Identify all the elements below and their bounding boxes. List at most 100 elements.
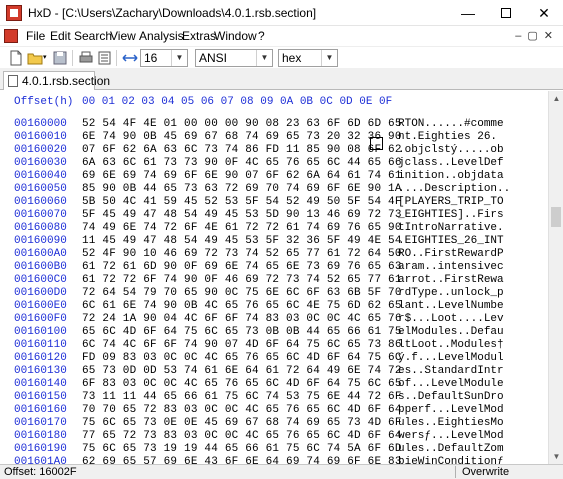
row-hex-bytes[interactable]: 70 70 65 72 83 03 0C 0C 4C 65 76 65 6C 4… xyxy=(82,404,402,416)
row-hex-bytes[interactable]: 69 6E 69 74 69 6F 6E 90 07 6F 62 6A 64 6… xyxy=(82,170,402,182)
row-hex-bytes[interactable]: 65 73 0D 0D 53 74 61 6E 64 61 72 64 49 6… xyxy=(82,365,402,377)
row-hex-bytes[interactable]: FD 09 83 03 0C 0C 4C 65 76 65 6C 4D 6F 6… xyxy=(82,352,402,364)
row-decoded-text[interactable]: .objclstý.....ob xyxy=(398,144,504,156)
row-hex-bytes[interactable]: 74 49 6E 74 72 6F 4E 61 72 72 61 74 69 7… xyxy=(82,222,402,234)
row-hex-bytes[interactable]: 73 11 11 44 65 66 61 75 6C 74 53 75 6E 4… xyxy=(82,391,402,403)
row-decoded-text[interactable]: es..StandardIntr xyxy=(398,365,504,377)
row-decoded-text[interactable]: bieWinConditionƒ xyxy=(398,456,504,464)
menu-help[interactable]: ? xyxy=(258,29,265,43)
row-hex-bytes[interactable]: 61 72 61 6D 90 0F 69 6E 74 65 6E 73 69 7… xyxy=(82,261,402,273)
row-decoded-text[interactable]: [PLAYERS_TRIP_TO xyxy=(398,196,504,208)
row-offset: 001601A0 xyxy=(14,456,67,464)
row-decoded-text[interactable]: RTON......#comme xyxy=(398,118,504,130)
row-decoded-text[interactable]: _EIGHTIES]..Firs xyxy=(398,209,504,221)
row-offset: 001600D0 xyxy=(14,287,67,299)
row-decoded-text[interactable]: tIntroNarrative. xyxy=(398,222,504,234)
minimize-button[interactable]: — xyxy=(449,0,487,26)
properties-icon[interactable] xyxy=(97,50,113,66)
hex-row: 00160140 6F 83 03 0C 0C 4C 65 76 65 6C 4D… xyxy=(0,378,548,392)
menu-search[interactable]: Search xyxy=(74,29,112,43)
row-decoded-text[interactable]: ý.f...LevelModul xyxy=(398,352,504,364)
hex-row: 00160150 73 11 11 44 65 66 61 75 6C 74 53… xyxy=(0,391,548,405)
document-tab-strip: 4.0.1.rsb.section xyxy=(0,68,563,90)
row-decoded-text[interactable]: lant..LevelNumbe xyxy=(398,300,504,312)
print-icon[interactable] xyxy=(78,50,94,66)
row-decoded-text[interactable]: ules..EightiesMo xyxy=(398,417,504,429)
row-decoded-text[interactable]: of...LevelModule xyxy=(398,378,504,390)
row-hex-bytes[interactable]: 85 90 0B 44 65 73 63 72 69 70 74 69 6F 6… xyxy=(82,183,402,195)
row-offset: 00160140 xyxy=(14,378,67,390)
row-hex-bytes[interactable]: 75 6C 65 73 0E 0E 45 69 67 68 74 69 65 7… xyxy=(82,417,402,429)
row-hex-bytes[interactable]: 65 6C 4D 6F 64 75 6C 65 73 0B 0B 44 65 6… xyxy=(82,326,402,338)
menu-window[interactable]: Window xyxy=(214,29,257,43)
row-decoded-text[interactable]: ltLoot..Modules† xyxy=(398,339,504,351)
mdi-window-controls[interactable]: –▢✕ xyxy=(515,29,559,42)
row-offset: 001600B0 xyxy=(14,261,67,273)
row-hex-bytes[interactable]: 75 6C 65 73 19 19 44 65 66 61 75 6C 74 5… xyxy=(82,443,402,455)
row-hex-bytes[interactable]: 11 45 49 47 48 54 49 45 53 5F 32 36 5F 4… xyxy=(82,235,402,247)
row-hex-bytes[interactable]: 72 24 1A 90 04 4C 6F 6F 74 83 03 0C 0C 4… xyxy=(82,313,402,325)
menu-view[interactable]: View xyxy=(110,29,136,43)
row-decoded-text[interactable]: ....Description.. xyxy=(398,183,510,195)
vertical-scrollbar[interactable]: ▲ ▼ xyxy=(548,91,563,464)
row-hex-bytes[interactable]: 77 65 72 73 83 03 0C 0C 4C 65 76 65 6C 4… xyxy=(82,430,402,442)
row-decoded-text[interactable]: s..DefaultSunDro xyxy=(398,391,504,403)
offset-column-header: Offset(h) xyxy=(14,96,74,108)
row-decoded-text[interactable]: ules..DefaultZom xyxy=(398,443,504,455)
charset-select[interactable]: ANSI ▼ xyxy=(195,49,273,67)
row-hex-bytes[interactable]: 5F 45 49 47 48 54 49 45 53 5D 90 13 46 6… xyxy=(82,209,402,221)
row-decoded-text[interactable]: aram..intensivec xyxy=(398,261,504,273)
row-decoded-text[interactable]: RO..FirstRewardP xyxy=(398,248,504,260)
row-hex-bytes[interactable]: 6C 74 4C 6F 6F 74 90 07 4D 6F 64 75 6C 6… xyxy=(82,339,402,351)
row-hex-bytes[interactable]: 61 72 72 6F 74 90 0F 46 69 72 73 74 52 6… xyxy=(82,274,402,286)
row-decoded-text[interactable]: nt.Eighties 26. xyxy=(398,131,497,143)
row-hex-bytes[interactable]: 52 54 4F 4E 01 00 00 00 90 08 23 63 6F 6… xyxy=(82,118,402,130)
row-offset: 001600A0 xyxy=(14,248,67,260)
open-dropdown-icon[interactable]: ▾ xyxy=(43,50,49,66)
status-edit-mode[interactable]: Overwrite xyxy=(462,466,509,478)
row-hex-bytes[interactable]: 07 6F 62 6A 63 6C 73 74 86 FD 11 85 90 0… xyxy=(82,144,402,156)
maximize-button[interactable] xyxy=(487,0,525,26)
row-decoded-text[interactable]: jclass..LevelDef xyxy=(398,157,504,169)
row-hex-bytes[interactable]: 6F 83 03 0C 0C 4C 65 76 65 6C 4D 6F 64 7… xyxy=(82,378,402,390)
row-hex-bytes[interactable]: 6E 74 90 0B 45 69 67 68 74 69 65 73 20 3… xyxy=(82,131,402,143)
offset-base-select[interactable]: hex ▼ xyxy=(278,49,338,67)
row-decoded-text[interactable]: inition..objdata xyxy=(398,170,504,182)
row-hex-bytes[interactable]: 6A 63 6C 61 73 73 90 0F 4C 65 76 65 6C 4… xyxy=(82,157,402,169)
row-decoded-text[interactable]: wersƒ...LevelMod xyxy=(398,430,504,442)
row-hex-bytes[interactable]: 62 69 65 57 69 6E 43 6F 6E 64 69 74 69 6… xyxy=(82,456,402,464)
menu-edit[interactable]: Edit xyxy=(50,29,71,43)
menu-analysis[interactable]: Analysis xyxy=(139,29,184,43)
row-hex-bytes[interactable]: 5B 50 4C 41 59 45 52 53 5F 54 52 49 50 5… xyxy=(82,196,402,208)
hex-row: 00160130 65 73 0D 0D 53 74 61 6E 64 61 72… xyxy=(0,365,548,379)
new-file-icon[interactable] xyxy=(8,50,24,66)
scroll-down-icon[interactable]: ▼ xyxy=(549,449,563,464)
open-folder-icon[interactable] xyxy=(27,50,43,66)
hex-row: 00160020 07 6F 62 6A 63 6C 73 74 86 FD 11… xyxy=(0,144,548,158)
row-decoded-text[interactable]: arrot..FirstRewa xyxy=(398,274,504,286)
row-decoded-text[interactable]: r$...Loot....Lev xyxy=(398,313,504,325)
row-hex-bytes[interactable]: 6C 61 6E 74 90 0B 4C 65 76 65 6C 4E 75 6… xyxy=(82,300,402,312)
scroll-up-icon[interactable]: ▲ xyxy=(549,91,563,106)
document-system-menu-icon[interactable] xyxy=(4,29,18,43)
row-decoded-text[interactable]: rdType..unlock_p xyxy=(398,287,504,299)
row-decoded-text[interactable]: elModules..Defau xyxy=(398,326,504,338)
hex-editor[interactable]: Offset(h) 00 01 02 03 04 05 06 07 08 09 … xyxy=(0,91,548,464)
hex-row: 001600C0 61 72 72 6F 74 90 0F 46 69 72 73… xyxy=(0,274,548,288)
row-offset: 00160100 xyxy=(14,326,67,338)
bytes-per-row-select[interactable]: 16 ▼ xyxy=(140,49,188,67)
row-decoded-text[interactable]: .EIGHTIES_26_INT xyxy=(398,235,504,247)
tab-file-label: 4.0.1.rsb.section xyxy=(22,74,111,88)
close-button[interactable]: ✕ xyxy=(525,0,563,26)
maximize-icon xyxy=(501,8,511,19)
toolbar-separator xyxy=(72,50,73,66)
row-hex-bytes[interactable]: 72 64 54 79 70 65 90 0C 75 6E 6C 6F 63 6… xyxy=(82,287,402,299)
save-icon[interactable] xyxy=(52,50,68,66)
scrollbar-thumb[interactable] xyxy=(551,207,561,227)
row-decoded-text[interactable]: pperf...LevelMod xyxy=(398,404,504,416)
menu-file[interactable]: File xyxy=(26,29,45,43)
row-hex-bytes[interactable]: 52 4F 90 10 46 69 72 73 74 52 65 77 61 7… xyxy=(82,248,402,260)
tab-file[interactable]: 4.0.1.rsb.section xyxy=(3,71,110,90)
row-offset: 00160080 xyxy=(14,222,67,234)
menu-extras[interactable]: Extras xyxy=(182,29,216,43)
